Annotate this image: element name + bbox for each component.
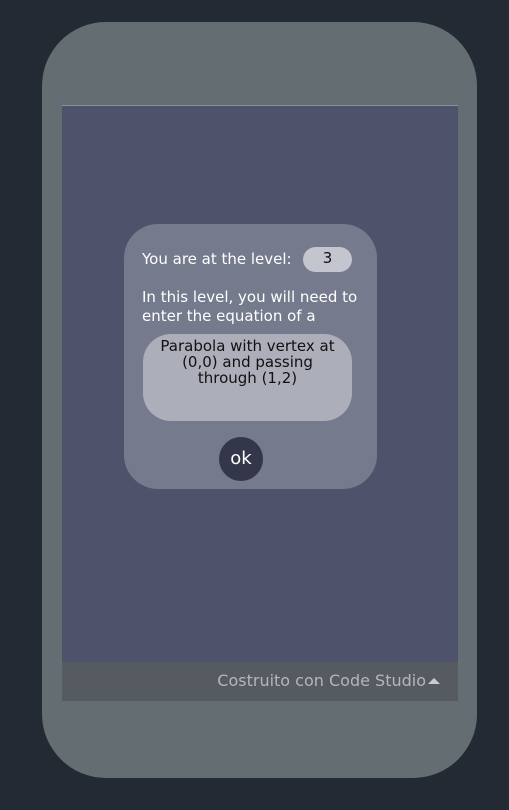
footer-bar[interactable]: Costruito con Code Studio xyxy=(62,662,458,701)
level-dialog: You are at the level: 3 In this level, y… xyxy=(124,224,377,489)
caret-up-icon[interactable] xyxy=(428,678,440,684)
level-label: You are at the level: xyxy=(142,250,292,268)
footer-text[interactable]: Costruito con Code Studio xyxy=(217,671,426,690)
equation-box: Parabola with vertex at (0,0) and passin… xyxy=(143,334,352,421)
instruction-text: In this level, you will need to enter th… xyxy=(142,288,358,325)
equation-text: Parabola with vertex at (0,0) and passin… xyxy=(160,337,335,387)
level-badge: 3 xyxy=(303,247,352,272)
app-screen: You are at the level: 3 In this level, y… xyxy=(62,105,458,701)
ok-button[interactable]: ok xyxy=(219,437,263,481)
